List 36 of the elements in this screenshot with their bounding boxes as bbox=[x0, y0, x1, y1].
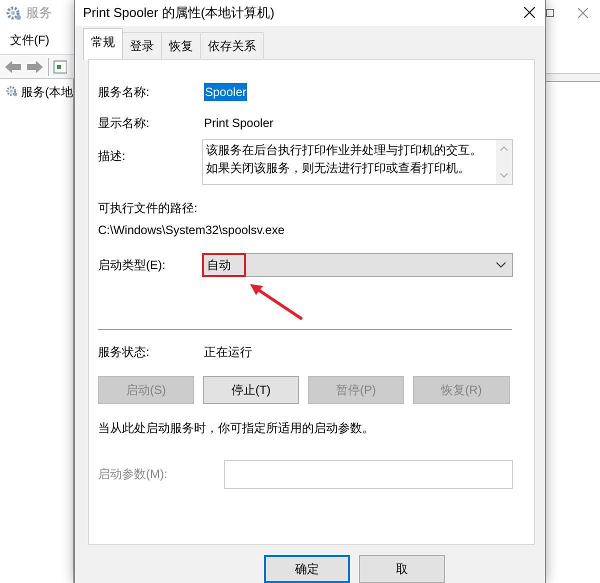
dropdown-value: 自动 bbox=[206, 256, 231, 274]
tab[interactable]: 依存关系 bbox=[200, 32, 264, 59]
field-label: 显示名称: bbox=[98, 114, 150, 132]
window-title: 服务 bbox=[26, 4, 52, 22]
dialog-button[interactable]: 确定 bbox=[264, 555, 350, 583]
path-label: 可执行文件的路径: bbox=[98, 200, 198, 217]
scrollbar[interactable] bbox=[496, 140, 512, 184]
dialog-button[interactable]: 取 bbox=[359, 555, 445, 583]
service-button[interactable]: 停止(T) bbox=[203, 376, 299, 404]
status-value: 正在运行 bbox=[204, 344, 252, 361]
close-icon[interactable] bbox=[524, 7, 535, 18]
dialog-title: Print Spooler 的属性(本地计算机) bbox=[83, 4, 274, 22]
hint-text: 当从此处启动服务时，你可指定所适用的启动参数。 bbox=[98, 420, 375, 437]
gear-icon bbox=[6, 83, 18, 99]
display-name-value: Print Spooler bbox=[204, 114, 274, 132]
tree-item[interactable]: 服务(本地 bbox=[21, 83, 73, 101]
maximize-icon[interactable] bbox=[546, 9, 554, 17]
back-arrow-icon[interactable] bbox=[4, 60, 22, 74]
scroll-up-icon[interactable] bbox=[500, 146, 508, 151]
gear-icon bbox=[6, 5, 22, 21]
startup-type-dropdown[interactable]: 自动 bbox=[202, 252, 513, 277]
field-label: 启动类型(E): bbox=[98, 256, 166, 274]
forward-arrow-icon[interactable] bbox=[26, 60, 44, 74]
field-label: 服务状态: bbox=[98, 344, 150, 361]
service-name-value: Spooler bbox=[204, 82, 248, 101]
annotation-arrow bbox=[250, 284, 304, 321]
tab[interactable]: 常规 bbox=[83, 28, 123, 60]
field-label: 启动参数(M): bbox=[98, 466, 168, 484]
menu-item[interactable]: 文件(F) bbox=[10, 31, 50, 49]
scroll-down-icon[interactable] bbox=[500, 172, 508, 178]
console-icon[interactable] bbox=[53, 58, 67, 74]
chevron-down-icon bbox=[496, 262, 506, 268]
field-label: 服务名称: bbox=[98, 84, 150, 101]
field-label: 描述: bbox=[98, 148, 126, 165]
path-value: C:\Windows\System32\spoolsv.exe bbox=[98, 222, 286, 239]
description-text: 该服务在后台执行打印作业并处理与打印机的交互。如果关闭该服务，则无法进行打印或查看打印机。 bbox=[205, 142, 483, 177]
